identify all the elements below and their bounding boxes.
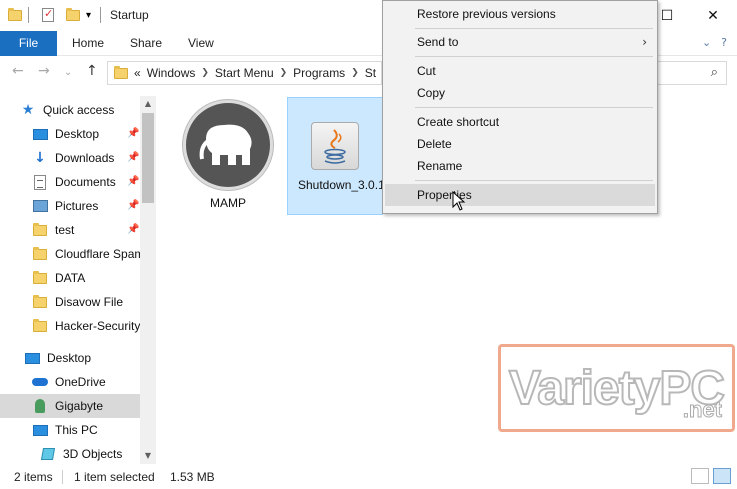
pc-icon: [32, 422, 48, 438]
properties-quick-icon[interactable]: [42, 6, 54, 24]
forward-arrow-icon[interactable]: →: [38, 63, 50, 79]
sidebar-item-desktop-root[interactable]: Desktop: [24, 346, 140, 370]
pin-icon: 📌: [127, 200, 140, 211]
folder-icon: [32, 222, 48, 238]
folder-icon: [32, 294, 48, 310]
chevron-right-icon[interactable]: ❯: [201, 68, 209, 78]
folder-icon: [32, 318, 48, 334]
sidebar-item-documents[interactable]: Documents: [32, 170, 140, 194]
sidebar-item-downloads[interactable]: ↓ Downloads: [32, 146, 140, 170]
status-bar: 2 items 1 item selected 1.53 MB: [0, 464, 737, 489]
chevron-right-icon: ›: [642, 35, 647, 49]
details-view-button[interactable]: [691, 468, 709, 484]
search-input[interactable]: ⌕: [652, 61, 727, 85]
separator: [100, 6, 101, 24]
address-bar[interactable]: « Windows ❯ Start Menu ❯ Programs ❯ St: [107, 61, 382, 85]
file-item-shutdown[interactable]: Shutdown_3.0.1: [287, 97, 383, 215]
sidebar-item-disavow-file[interactable]: Disavow File: [32, 290, 140, 314]
sidebar-item-3d-objects[interactable]: 3D Objects: [40, 442, 140, 464]
mouse-cursor-icon: [452, 191, 466, 211]
folder-icon: [114, 65, 128, 79]
up-arrow-icon[interactable]: ↑: [86, 63, 98, 79]
pictures-icon: [32, 198, 48, 214]
status-selection: 1 item selected: [74, 470, 155, 484]
breadcrumb-programs[interactable]: Programs: [293, 66, 345, 80]
status-separator: [62, 470, 63, 484]
scroll-up-icon[interactable]: ▲: [140, 96, 156, 112]
menu-separator: [415, 107, 653, 108]
breadcrumb-overflow[interactable]: «: [134, 66, 141, 80]
sidebar-item-data[interactable]: DATA: [32, 266, 140, 290]
sidebar-item-test[interactable]: test: [32, 218, 140, 242]
help-icon[interactable]: ?: [721, 36, 727, 49]
menu-item-restore-previous-versions[interactable]: Restore previous versions: [385, 3, 655, 25]
status-item-count: 2 items: [14, 470, 53, 484]
breadcrumb-start-menu[interactable]: Start Menu: [215, 66, 274, 80]
file-name: Shutdown_3.0.1: [298, 178, 382, 192]
watermark-logo: VarietyPC .net: [498, 344, 735, 432]
menu-item-delete[interactable]: Delete: [385, 133, 655, 155]
sidebar-item-hacker-security[interactable]: Hacker-Security: [32, 314, 140, 338]
menu-item-create-shortcut[interactable]: Create shortcut: [385, 111, 655, 133]
sidebar-item-cloudflare-spam[interactable]: Cloudflare Spam: [32, 242, 144, 266]
file-item-mamp[interactable]: MAMP: [176, 100, 280, 212]
tab-file[interactable]: File: [0, 31, 57, 56]
back-arrow-icon[interactable]: ←: [12, 63, 24, 79]
pin-icon: 📌: [127, 176, 140, 187]
sidebar-scrollbar[interactable]: ▲ ▼: [140, 96, 156, 464]
customize-toolbar-icon[interactable]: ▾: [86, 6, 91, 24]
breadcrumb-startup[interactable]: St: [365, 66, 376, 80]
window-title: Startup: [110, 8, 149, 22]
folder-icon: [32, 270, 48, 286]
menu-item-send-to[interactable]: Send to ›: [385, 31, 655, 53]
recent-locations-icon[interactable]: ⌄: [64, 67, 72, 78]
cube-icon: [40, 446, 56, 462]
folder-icon: [8, 6, 22, 24]
mamp-elephant-icon: [183, 100, 273, 190]
tab-view[interactable]: View: [188, 31, 214, 56]
sidebar-item-onedrive[interactable]: OneDrive: [32, 370, 140, 394]
expand-ribbon-icon[interactable]: ⌄: [702, 36, 711, 49]
menu-separator: [415, 180, 653, 181]
sidebar-item-pictures[interactable]: Pictures: [32, 194, 140, 218]
sidebar-item-quick-access[interactable]: ★ Quick access: [20, 98, 156, 122]
java-icon: [311, 122, 359, 170]
menu-item-rename[interactable]: Rename: [385, 155, 655, 177]
scroll-down-icon[interactable]: ▼: [140, 448, 156, 464]
menu-item-copy[interactable]: Copy: [385, 82, 655, 104]
pin-icon: 📌: [127, 152, 140, 163]
new-folder-quick-icon[interactable]: [66, 6, 80, 24]
user-icon: [32, 398, 48, 414]
search-icon: ⌕: [710, 65, 718, 80]
folder-icon: [32, 246, 48, 262]
file-name: MAMP: [210, 196, 246, 210]
chevron-right-icon[interactable]: ❯: [351, 68, 359, 78]
context-menu: Restore previous versions Send to › Cut …: [382, 0, 658, 214]
close-icon[interactable]: ✕: [690, 0, 736, 31]
download-icon: ↓: [34, 150, 46, 166]
cloud-icon: [32, 374, 48, 390]
pin-icon: 📌: [127, 128, 140, 139]
sidebar-item-desktop[interactable]: Desktop: [32, 122, 140, 146]
pin-icon: 📌: [127, 224, 140, 235]
menu-item-properties[interactable]: Properties: [385, 184, 655, 206]
large-icons-view-button[interactable]: [713, 468, 731, 484]
documents-icon: [32, 174, 48, 190]
menu-separator: [415, 56, 653, 57]
menu-separator: [415, 28, 653, 29]
separator: [28, 6, 29, 24]
status-size: 1.53 MB: [170, 470, 215, 484]
sidebar-item-this-pc[interactable]: This PC: [32, 418, 140, 442]
desktop-icon: [24, 350, 40, 366]
chevron-right-icon[interactable]: ❯: [280, 68, 288, 78]
tab-home[interactable]: Home: [72, 31, 104, 56]
star-icon: ★: [21, 102, 35, 118]
breadcrumb-windows[interactable]: Windows: [147, 66, 196, 80]
sidebar-item-gigabyte[interactable]: Gigabyte: [0, 394, 140, 418]
tab-share[interactable]: Share: [130, 31, 162, 56]
desktop-icon: [32, 126, 48, 142]
navigation-pane: ★ Quick access Desktop 📌 ↓ Downloads 📌 D…: [0, 96, 156, 464]
menu-item-cut[interactable]: Cut: [385, 60, 655, 82]
scroll-thumb[interactable]: [142, 113, 154, 203]
